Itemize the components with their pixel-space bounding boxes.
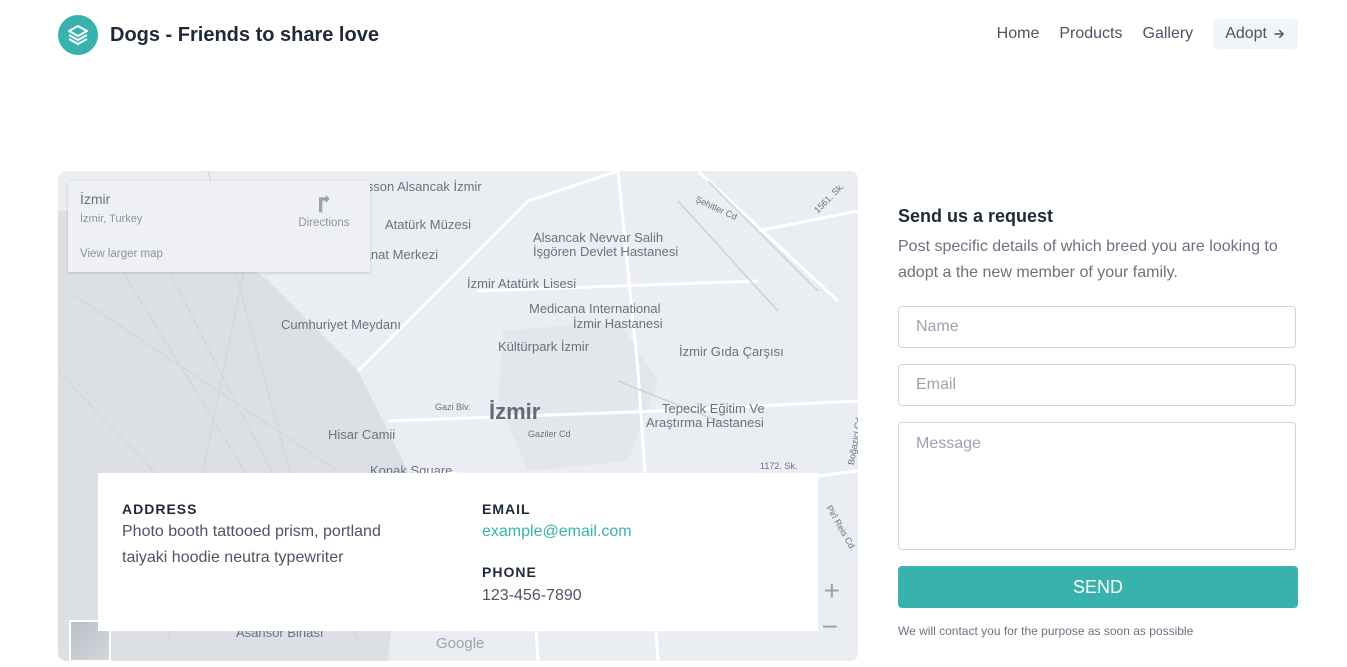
location-map[interactable]: Radisson Alsancak İzmir Atatürk Müzesi A…: [58, 171, 858, 661]
address-label: ADDRESS: [122, 501, 198, 517]
phone-label: PHONE: [482, 564, 537, 580]
directions-button[interactable]: Directions: [296, 194, 352, 229]
place-title: İzmir: [80, 191, 111, 207]
brand-title[interactable]: Dogs - Friends to share love: [110, 24, 379, 47]
directions-icon: [319, 194, 330, 213]
map-label: İzmir Gıda Çarşısı: [679, 344, 784, 359]
map-label: Cumhuriyet Meydanı: [281, 317, 401, 332]
google-logo: Google: [436, 635, 485, 652]
map-label: Alsancak Nevvar Salih: [533, 230, 664, 245]
zoom-out-button[interactable]: −: [822, 611, 838, 643]
email-link[interactable]: example@email.com: [482, 523, 632, 541]
view-larger-map-link[interactable]: View larger map: [80, 248, 163, 260]
main-nav: Home Products Gallery Adopt: [997, 19, 1298, 49]
form-note: We will contact you for the purpose as s…: [898, 624, 1194, 638]
map-label: Hisar Camii: [328, 427, 396, 442]
name-field[interactable]: [898, 306, 1296, 348]
map-label: Medicana International: [529, 301, 661, 316]
form-title: Send us a request: [898, 206, 1054, 226]
zoom-in-button[interactable]: +: [824, 575, 840, 607]
form-description: Post specific details of which breed you…: [898, 238, 1278, 281]
map-label: İzmir Hastanesi: [573, 316, 663, 331]
contact-info-card: ADDRESS Photo booth tattooed prism, port…: [98, 473, 818, 631]
layers-icon[interactable]: [58, 15, 98, 55]
place-card: İzmir İzmir, Turkey View larger map Dire…: [68, 181, 370, 272]
phone-text: 123-456-7890: [482, 587, 582, 604]
map-label: Gazi Blv.: [435, 402, 471, 412]
site-header: Dogs - Friends to share love Home Produc…: [0, 0, 1347, 72]
email-label: EMAIL: [482, 501, 531, 517]
map-label: Kültürpark İzmir: [498, 339, 590, 354]
map-label: 1172. Sk.: [760, 461, 798, 471]
map-label: İşgören Devlet Hastanesi: [533, 244, 679, 259]
nav-home[interactable]: Home: [997, 25, 1040, 43]
email-field[interactable]: [898, 364, 1296, 406]
arrow-right-icon: [1274, 29, 1284, 39]
message-field[interactable]: [898, 422, 1296, 550]
map-city-label: İzmir: [489, 399, 541, 424]
nav-gallery[interactable]: Gallery: [1143, 25, 1194, 43]
place-subtitle: İzmir, Turkey: [80, 213, 143, 225]
map-label: İzmir Atatürk Lisesi: [467, 276, 577, 291]
send-button[interactable]: SEND: [898, 566, 1298, 608]
address-text: Photo booth tattooed prism, portland tai…: [122, 523, 381, 566]
directions-label: Directions: [298, 217, 350, 229]
map-label: Araştırma Hastanesi: [646, 415, 764, 430]
adopt-button[interactable]: Adopt: [1213, 19, 1298, 49]
adopt-label: Adopt: [1225, 25, 1267, 42]
map-label: Gaziler Cd: [528, 429, 571, 439]
map-label: Atatürk Müzesi: [385, 217, 471, 232]
nav-products[interactable]: Products: [1059, 25, 1122, 43]
map-label: Tepecik Eğitim Ve: [662, 401, 765, 416]
